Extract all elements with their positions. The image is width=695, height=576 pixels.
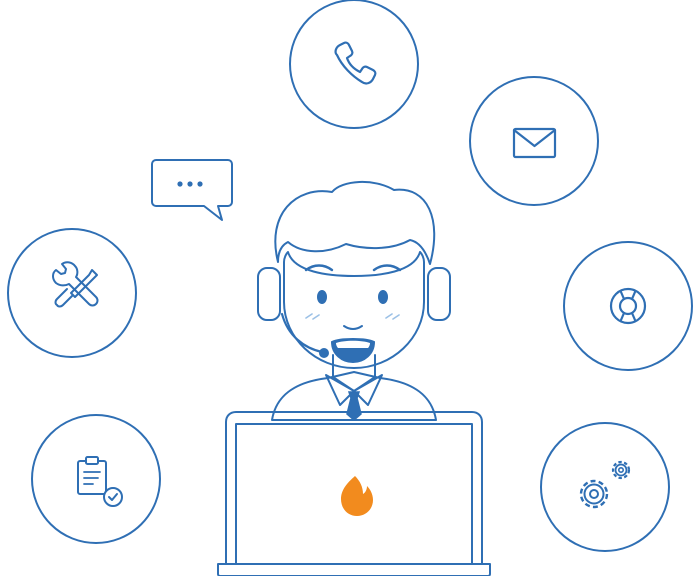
laptop xyxy=(217,411,491,576)
mail-icon-circle xyxy=(469,76,599,206)
flame-logo-icon xyxy=(341,476,373,516)
chat-bubble-icon xyxy=(151,159,233,221)
left-eye xyxy=(317,290,327,304)
lifebuoy-icon-circle xyxy=(563,241,693,371)
support-illustration xyxy=(0,0,695,576)
tools-icon-circle xyxy=(7,228,137,358)
lifebuoy-icon xyxy=(609,287,647,325)
phone-icon-circle xyxy=(289,0,419,129)
support-agent xyxy=(257,180,451,421)
headset-mic xyxy=(319,348,329,358)
mail-icon xyxy=(512,127,557,159)
gears-icon-circle xyxy=(540,422,670,552)
clipboard-check-icon-circle xyxy=(31,414,161,544)
right-eye xyxy=(378,290,388,304)
